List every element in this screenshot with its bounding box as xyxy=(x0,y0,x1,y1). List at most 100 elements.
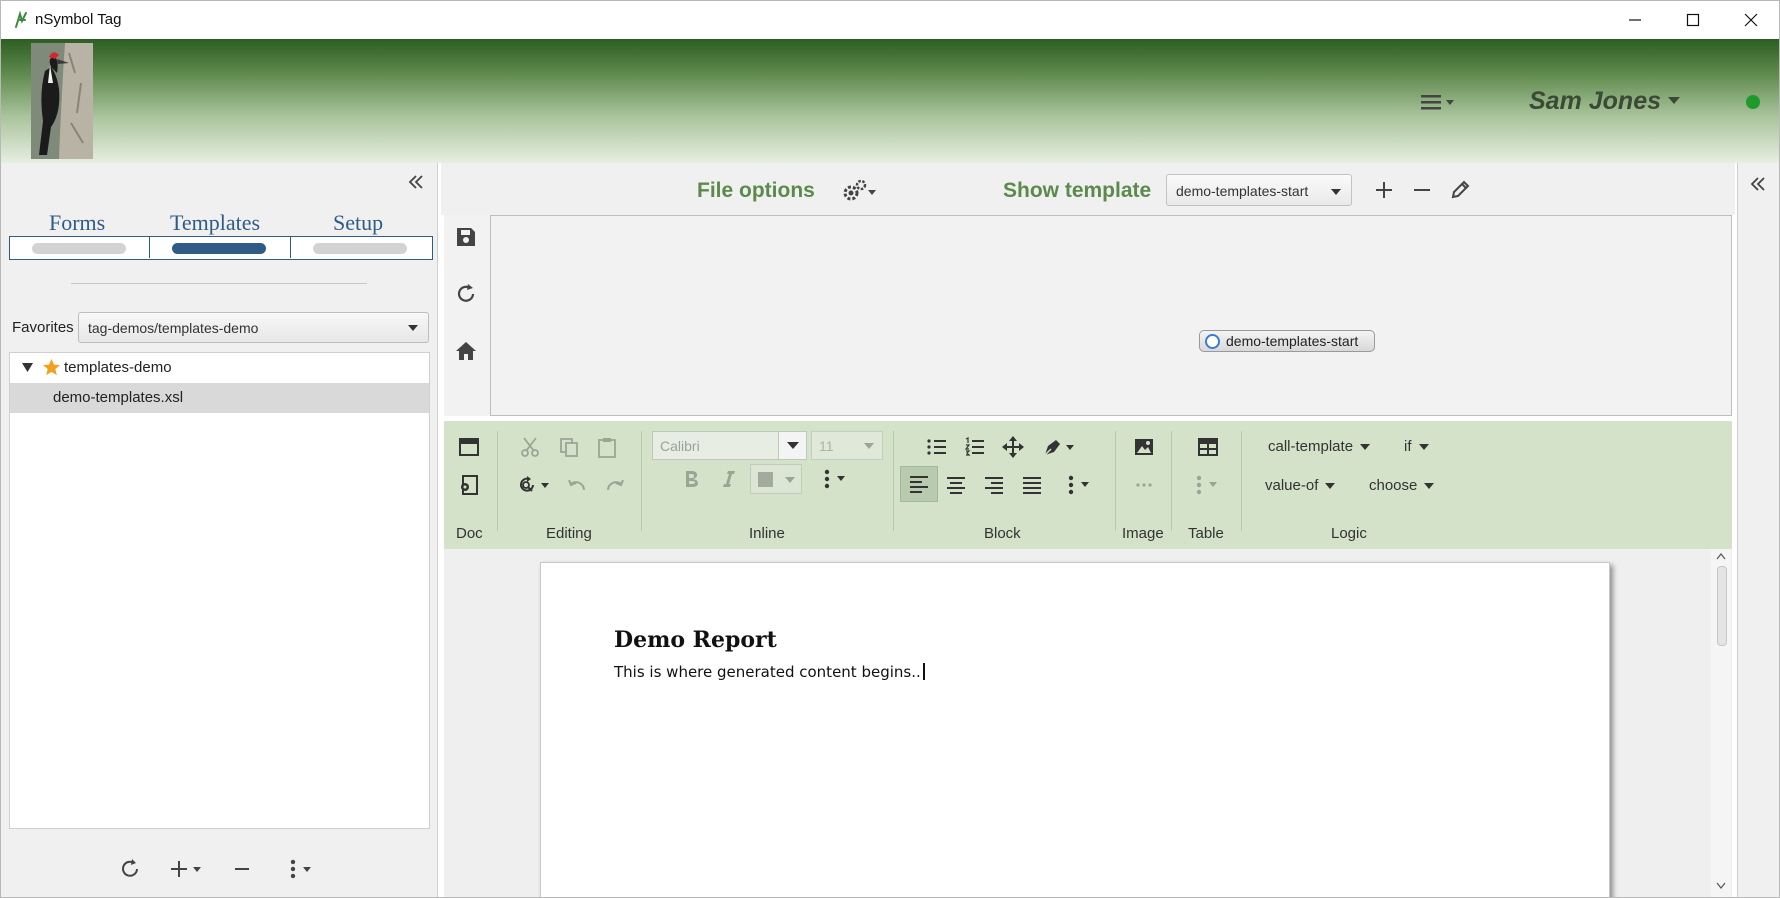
ribbon-separator xyxy=(641,431,642,531)
tab-templates[interactable]: Templates xyxy=(170,210,260,236)
block-style-button[interactable] xyxy=(1041,433,1081,461)
chevron-down-icon xyxy=(1418,444,1429,451)
template-node-label: demo-templates-start xyxy=(1226,333,1359,349)
align-center-button[interactable] xyxy=(942,471,970,499)
template-select[interactable]: demo-templates-start xyxy=(1166,174,1352,206)
text-color-button[interactable] xyxy=(750,464,802,494)
chevron-down-icon xyxy=(1325,483,1336,490)
maximize-button[interactable] xyxy=(1664,1,1722,39)
paste-button[interactable] xyxy=(593,433,621,461)
tree-item-root[interactable]: templates-demo xyxy=(10,353,429,383)
redo-button[interactable] xyxy=(601,471,629,499)
numbered-list-icon xyxy=(964,437,984,456)
font-family-value: Calibri xyxy=(660,438,700,454)
connection-status-indicator xyxy=(1746,95,1760,109)
remove-template-icon[interactable] xyxy=(1411,179,1433,201)
user-menu[interactable]: Sam Jones xyxy=(1529,87,1661,116)
chevron-down-icon xyxy=(408,325,418,331)
value-of-dropdown[interactable]: value-of xyxy=(1265,477,1336,494)
chevron-down-icon xyxy=(1360,444,1371,451)
more-options-icon[interactable] xyxy=(286,857,320,881)
justify-button[interactable] xyxy=(1018,471,1046,499)
copy-button[interactable] xyxy=(555,433,583,461)
ribbon-separator xyxy=(1115,431,1116,531)
gear-icon[interactable] xyxy=(839,177,879,205)
insert-image-button[interactable] xyxy=(1130,433,1158,461)
main-menu-icon[interactable] xyxy=(1419,91,1459,113)
call-template-dropdown[interactable]: call-template xyxy=(1268,438,1371,455)
template-select-value: demo-templates-start xyxy=(1176,183,1309,199)
file-options-label[interactable]: File options xyxy=(697,179,815,203)
tab-indicator-forms[interactable] xyxy=(10,237,150,258)
refresh-icon[interactable] xyxy=(118,857,142,881)
expand-triangle-icon[interactable] xyxy=(22,363,33,372)
document-page[interactable] xyxy=(540,562,1610,897)
justify-icon xyxy=(1023,477,1041,494)
document-body[interactable]: This is where generated content begins.. xyxy=(614,663,925,681)
save-icon[interactable] xyxy=(453,224,479,250)
chevron-down-icon xyxy=(1331,189,1341,195)
text-cursor xyxy=(922,663,925,680)
tab-forms[interactable]: Forms xyxy=(49,210,105,236)
choose-dropdown[interactable]: choose xyxy=(1369,477,1435,494)
bold-button[interactable] xyxy=(677,465,705,493)
table-more-button[interactable] xyxy=(1191,471,1227,499)
align-center-icon xyxy=(947,477,965,494)
template-canvas[interactable] xyxy=(444,215,1732,416)
edit-pencil-icon[interactable] xyxy=(1449,179,1471,201)
collapse-right-panel-icon[interactable] xyxy=(1747,173,1769,195)
add-template-icon[interactable] xyxy=(1373,179,1395,201)
find-replace-button[interactable] xyxy=(515,471,555,499)
ribbon-group-label-inline: Inline xyxy=(749,525,785,542)
image-options-button[interactable] xyxy=(1130,471,1158,499)
doc-settings-button[interactable] xyxy=(455,471,483,499)
add-menu-icon[interactable] xyxy=(169,857,207,881)
document-title[interactable]: Demo Report xyxy=(614,627,777,653)
ribbon-separator xyxy=(1171,431,1172,531)
ribbon-group-label-logic: Logic xyxy=(1331,525,1367,542)
font-family-select[interactable]: Calibri xyxy=(652,431,807,460)
app-window: nSymbol Tag Sam Jones Forms Templates Se… xyxy=(0,0,1780,898)
tab-indicator-templates[interactable] xyxy=(150,237,291,258)
node-port-icon[interactable] xyxy=(1205,334,1220,349)
tab-indicator-setup[interactable] xyxy=(291,237,432,258)
tab-setup[interactable]: Setup xyxy=(333,210,383,236)
bullet-list-button[interactable] xyxy=(923,433,951,461)
left-panel-footer xyxy=(1,841,438,897)
minimize-button[interactable] xyxy=(1606,1,1664,39)
show-template-label: Show template xyxy=(1003,179,1152,202)
block-more-button[interactable] xyxy=(1063,471,1099,499)
close-button[interactable] xyxy=(1722,1,1779,39)
document-settings-icon xyxy=(461,475,478,495)
more-options-icon xyxy=(1068,475,1089,495)
font-size-select[interactable]: 11 xyxy=(811,431,883,460)
scroll-up-icon[interactable] xyxy=(1716,552,1726,560)
align-right-button[interactable] xyxy=(980,471,1008,499)
cut-button[interactable] xyxy=(517,433,545,461)
scroll-down-icon[interactable] xyxy=(1716,882,1726,890)
inline-more-button[interactable] xyxy=(819,465,855,493)
if-dropdown[interactable]: if xyxy=(1404,438,1429,455)
align-left-button[interactable] xyxy=(900,466,938,502)
numbered-list-button[interactable] xyxy=(961,433,989,461)
refresh-icon[interactable] xyxy=(453,281,479,307)
collapse-left-panel-icon[interactable] xyxy=(405,171,427,193)
scrollbar-thumb[interactable] xyxy=(1717,566,1727,646)
italic-button[interactable] xyxy=(715,465,743,493)
tree-item[interactable]: demo-templates.xsl xyxy=(10,383,429,413)
minimize-icon xyxy=(1629,19,1641,21)
remove-icon[interactable] xyxy=(233,857,251,881)
template-node[interactable]: demo-templates-start xyxy=(1199,330,1375,352)
favorites-select[interactable]: tag-demos/templates-demo xyxy=(78,312,429,343)
ribbon-group-label-block: Block xyxy=(984,525,1021,542)
doc-layout-button[interactable] xyxy=(455,433,483,461)
chevron-down-icon[interactable] xyxy=(1668,97,1680,105)
home-icon[interactable] xyxy=(453,338,479,364)
move-block-button[interactable] xyxy=(999,433,1027,461)
ribbon-group-label-doc: Doc xyxy=(456,525,483,542)
ribbon-separator xyxy=(497,431,498,531)
call-template-label: call-template xyxy=(1268,438,1354,455)
undo-button[interactable] xyxy=(563,471,591,499)
align-left-icon xyxy=(910,476,928,493)
insert-table-button[interactable] xyxy=(1194,433,1222,461)
